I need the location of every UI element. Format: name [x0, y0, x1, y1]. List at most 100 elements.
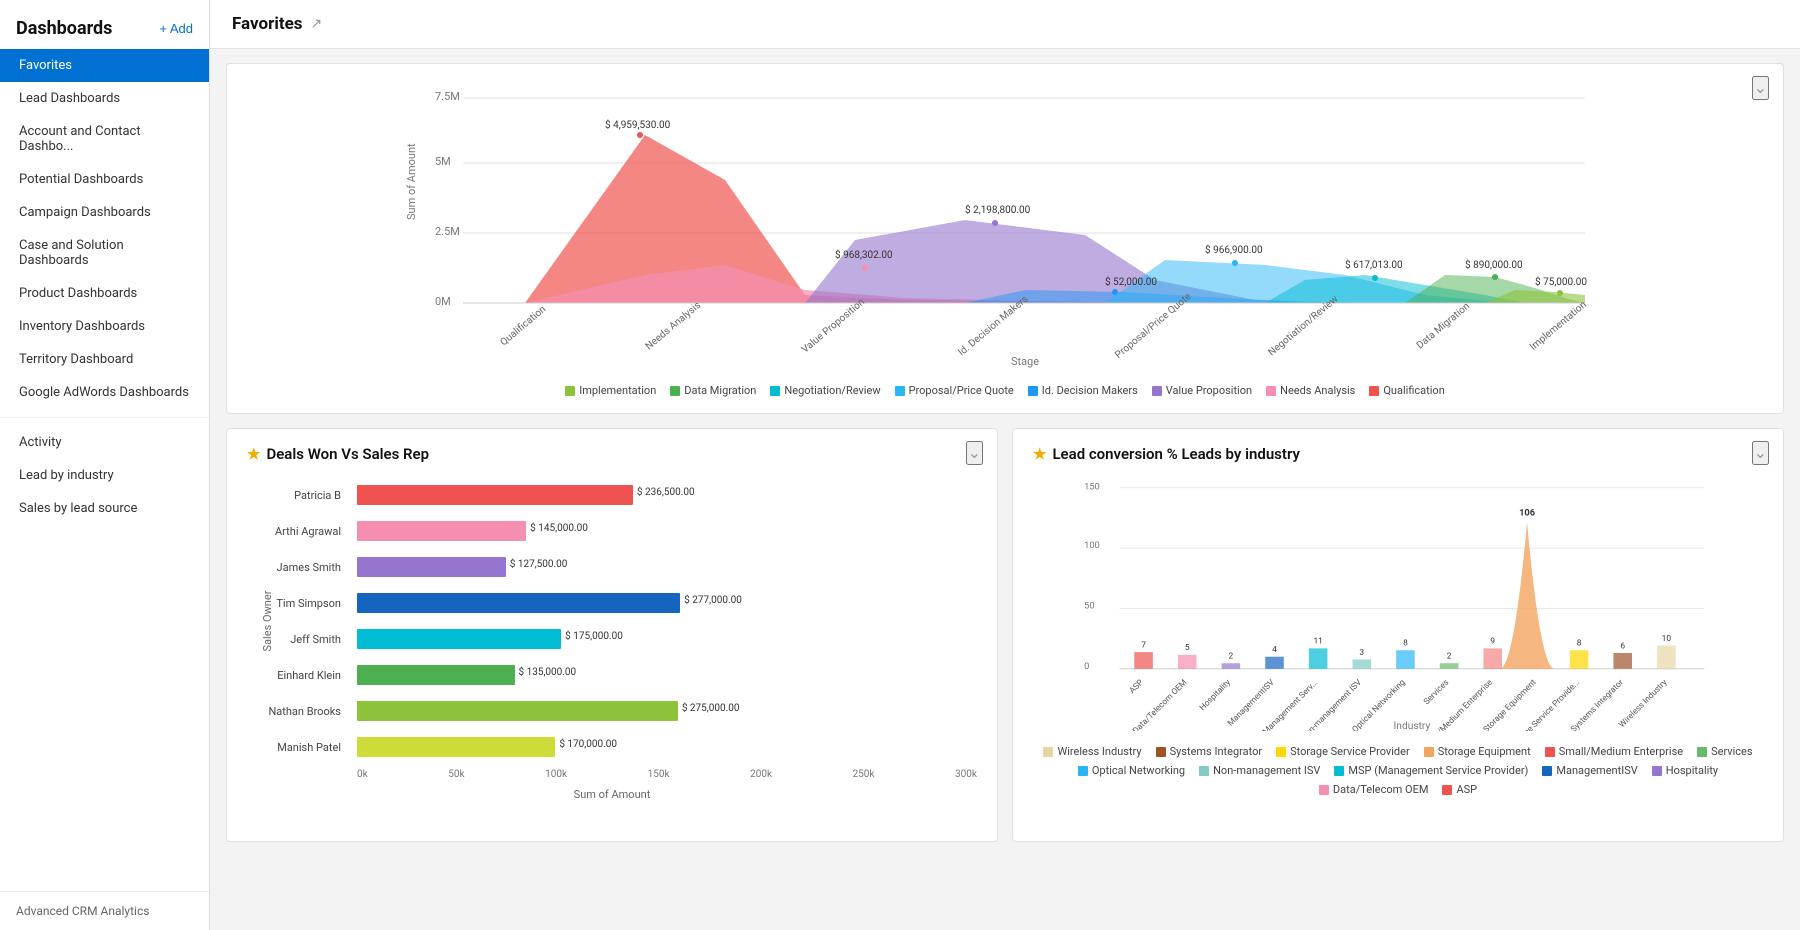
svg-text:6: 6 [1620, 641, 1625, 651]
legend-item: Optical Networking [1078, 764, 1185, 777]
svg-text:ASP: ASP [1128, 678, 1146, 696]
collapse-top-chart[interactable]: ⌄ [1752, 76, 1769, 100]
star-icon: ★ [247, 445, 260, 463]
svg-text:7: 7 [1141, 640, 1146, 650]
sidebar-header: Dashboards + Add [0, 0, 209, 49]
bar-label: Nathan Brooks [249, 705, 349, 718]
svg-text:Value Proposition: Value Proposition [800, 297, 867, 356]
sidebar-item-favorites[interactable]: Favorites [0, 49, 209, 82]
bar-chart-area: Patricia B $ 236,500.00 Arthi Agrawal $ … [357, 477, 977, 765]
sidebar: Dashboards + Add FavoritesLead Dashboard… [0, 0, 210, 930]
svg-text:2: 2 [1229, 652, 1234, 662]
x-axis-label: Sum of Amount [247, 788, 977, 801]
sidebar-divider [0, 417, 209, 418]
svg-text:7.5M: 7.5M [435, 90, 460, 103]
collapse-industry-chart[interactable]: ⌄ [1752, 441, 1769, 465]
top-chart-inner: 7.5M 5M 2.5M 0M Sum of Amount [227, 64, 1783, 413]
industry-chart-title: ★ Lead conversion % Leads by industry [1033, 445, 1763, 463]
legend-item: Wireless Industry [1043, 745, 1141, 758]
svg-text:$ 75,000.00: $ 75,000.00 [1535, 275, 1587, 288]
bar-label: Einhard Klein [249, 669, 349, 682]
charts-area: ⌄ 7.5M 5M 2.5M 0M Sum of Amount [210, 49, 1800, 856]
svg-text:$ 890,000.00: $ 890,000.00 [1465, 258, 1523, 271]
svg-text:$ 2,198,800.00: $ 2,198,800.00 [965, 203, 1031, 216]
y-axis-label: Sales Owner [261, 591, 274, 652]
legend-item: MSP (Management Service Provider) [1334, 764, 1528, 777]
svg-text:100: 100 [1084, 540, 1100, 551]
svg-text:Services: Services [1422, 678, 1451, 707]
legend-item: Needs Analysis [1266, 384, 1355, 397]
industry-chart-legend: Wireless Industry Systems Integrator Stora… [1033, 745, 1763, 796]
svg-text:Small/Medium Enterprise: Small/Medium Enterprise [1421, 677, 1495, 731]
sidebar-section-item-sales-by-lead-source[interactable]: Sales by lead source [0, 492, 209, 525]
sidebar-item-product-dashboards[interactable]: Product Dashboards [0, 277, 209, 310]
legend-item: Data Migration [670, 384, 756, 397]
svg-text:50: 50 [1084, 600, 1094, 611]
svg-text:$ 617,013.00: $ 617,013.00 [1345, 258, 1403, 271]
bar-row: Jeff Smith $ 175,000.00 [357, 621, 977, 657]
legend-item: Non-management ISV [1199, 764, 1320, 777]
svg-text:Stage: Stage [1011, 355, 1039, 368]
bar-row: Einhard Klein $ 135,000.00 [357, 657, 977, 693]
deals-chart-title: ★ Deals Won Vs Sales Rep [247, 445, 977, 463]
bar-row: Arthi Agrawal $ 145,000.00 [357, 513, 977, 549]
main-header: Favorites ↗ [210, 0, 1800, 49]
sidebar-item-campaign-dashboards[interactable]: Campaign Dashboards [0, 196, 209, 229]
bar-label: Arthi Agrawal [249, 525, 349, 538]
svg-text:9: 9 [1490, 637, 1495, 647]
collapse-deals-chart[interactable]: ⌄ [966, 441, 983, 465]
bar-row: Nathan Brooks $ 275,000.00 [357, 693, 977, 729]
bar-row: James Smith $ 127,500.00 [357, 549, 977, 585]
legend-item: Small/Medium Enterprise [1545, 745, 1683, 758]
svg-text:$ 52,000.00: $ 52,000.00 [1105, 275, 1157, 288]
svg-text:Wireless Industry: Wireless Industry [1617, 678, 1669, 730]
industry-chart-inner: ★ Lead conversion % Leads by industry 15… [1013, 429, 1783, 806]
top-chart-card: ⌄ 7.5M 5M 2.5M 0M Sum of Amount [226, 63, 1784, 414]
sidebar-item-lead-dashboards[interactable]: Lead Dashboards [0, 82, 209, 115]
legend-item: ManagementISV [1542, 764, 1637, 777]
app-title: Dashboards [16, 18, 112, 39]
svg-text:Needs Analysis: Needs Analysis [644, 300, 703, 352]
legend-item: Value Proposition [1152, 384, 1252, 397]
legend-item: Qualification [1369, 384, 1444, 397]
legend-item: Id. Decision Makers [1028, 384, 1138, 397]
sidebar-item-case-solution[interactable]: Case and Solution Dashboards [0, 229, 209, 277]
deals-chart-inner: ★ Deals Won Vs Sales Rep Patricia B $ 23… [227, 429, 997, 841]
svg-text:5M: 5M [435, 155, 451, 168]
add-button[interactable]: + Add [159, 21, 193, 36]
sidebar-item-territory-dashboard[interactable]: Territory Dashboard [0, 343, 209, 376]
svg-text:150: 150 [1084, 482, 1100, 493]
sidebar-item-account-contact[interactable]: Account and Contact Dashbo... [0, 115, 209, 163]
legend-item: ASP [1442, 783, 1477, 796]
top-chart-legend: ImplementationData MigrationNegotiation/… [247, 384, 1763, 397]
sidebar-item-google-adwords[interactable]: Google AdWords Dashboards [0, 376, 209, 409]
bar-label: James Smith [249, 561, 349, 574]
sidebar-section-item-activity[interactable]: Activity [0, 426, 209, 459]
sidebar-item-potential-dashboards[interactable]: Potential Dashboards [0, 163, 209, 196]
svg-text:Storage Service Provide...: Storage Service Provide... [1508, 678, 1582, 731]
svg-text:Industry: Industry [1394, 721, 1431, 731]
legend-item: Storage Equipment [1424, 745, 1531, 758]
legend-item: Storage Service Provider [1276, 745, 1410, 758]
bottom-row: ⌄ ★ Deals Won Vs Sales Rep Patricia B $ … [226, 428, 1784, 842]
svg-text:2.5M: 2.5M [435, 225, 460, 238]
area-chart-svg: 7.5M 5M 2.5M 0M Sum of Amount [247, 80, 1763, 370]
svg-text:10: 10 [1662, 634, 1672, 644]
sidebar-section-item-lead-by-industry[interactable]: Lead by industry [0, 459, 209, 492]
external-link-icon[interactable]: ↗ [311, 16, 323, 32]
legend-item: Data/Telecom OEM [1319, 783, 1429, 796]
legend-item: Systems Integrator [1156, 745, 1263, 758]
bar-row: Manish Patel $ 170,000.00 [357, 729, 977, 765]
bar-row: Tim Simpson $ 277,000.00 [357, 585, 977, 621]
svg-text:Qualification: Qualification [498, 303, 548, 348]
sidebar-item-inventory-dashboards[interactable]: Inventory Dashboards [0, 310, 209, 343]
svg-text:3: 3 [1359, 648, 1364, 658]
sidebar-footer: Advanced CRM Analytics [0, 891, 209, 930]
svg-text:$ 966,900.00: $ 966,900.00 [1205, 243, 1263, 256]
svg-text:Implementation: Implementation [1528, 299, 1589, 352]
bar-chart-wrapper: Patricia B $ 236,500.00 Arthi Agrawal $ … [247, 477, 977, 765]
deals-chart-card: ⌄ ★ Deals Won Vs Sales Rep Patricia B $ … [226, 428, 998, 842]
x-axis-ticks: 0k50k100k150k200k250k300k [357, 769, 977, 780]
industry-chart-card: ⌄ ★ Lead conversion % Leads by industry … [1012, 428, 1784, 842]
svg-text:11: 11 [1313, 637, 1322, 647]
